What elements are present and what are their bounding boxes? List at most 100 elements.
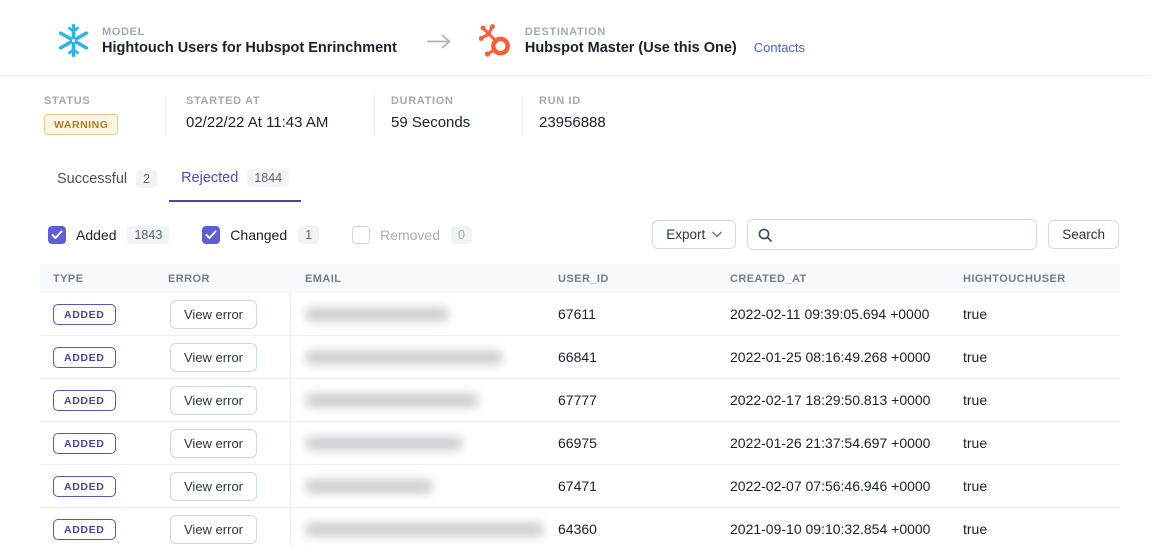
user-id-cell: 66841 xyxy=(543,336,715,378)
tab-rejected-label: Rejected xyxy=(181,170,238,186)
email-cell xyxy=(290,293,543,335)
changed-label: Changed xyxy=(230,227,287,243)
tab-successful[interactable]: Successful 2 xyxy=(45,165,169,202)
status-label: STATUS xyxy=(44,95,165,107)
search-icon xyxy=(758,228,772,242)
sync-run-page: MODEL Hightouch Users for Hubspot Enrinc… xyxy=(0,0,1151,547)
run-header: MODEL Hightouch Users for Hubspot Enrinc… xyxy=(0,0,1151,76)
search-box[interactable] xyxy=(747,219,1037,250)
type-badge: ADDED xyxy=(53,304,116,325)
user-id-cell: 67611 xyxy=(543,293,715,335)
error-cell: View error xyxy=(155,422,290,464)
view-error-button[interactable]: View error xyxy=(170,343,257,372)
type-badge: ADDED xyxy=(53,519,116,540)
added-label: Added xyxy=(76,227,116,243)
email-cell xyxy=(290,422,543,464)
export-button[interactable]: Export xyxy=(652,220,736,249)
filter-removed: Removed 0 xyxy=(352,226,472,244)
redacted-email xyxy=(306,480,432,493)
type-cell: ADDED xyxy=(40,422,155,464)
tab-successful-label: Successful xyxy=(57,171,127,187)
redacted-email xyxy=(306,523,543,536)
col-header-email: EMAIL xyxy=(290,273,543,285)
tab-successful-count: 2 xyxy=(136,170,157,188)
destination-label: DESTINATION xyxy=(525,26,805,38)
run-id-section: RUN ID 23956888 xyxy=(522,95,606,135)
created-at-cell: 2022-01-25 08:16:49.268 +0000 xyxy=(715,336,948,378)
run-meta-row: STATUS WARNING STARTED AT 02/22/22 At 11… xyxy=(0,76,1151,155)
destination-block[interactable]: DESTINATION Hubspot Master (Use this One… xyxy=(478,22,805,59)
view-error-button[interactable]: View error xyxy=(170,300,257,329)
table-row: ADDED View error 67611 2022-02-11 09:39:… xyxy=(40,293,1120,336)
user-id-cell: 67777 xyxy=(543,379,715,421)
type-cell: ADDED xyxy=(40,465,155,507)
removed-checkbox[interactable] xyxy=(352,226,370,244)
col-header-type: TYPE xyxy=(40,273,155,285)
view-error-button[interactable]: View error xyxy=(170,386,257,415)
type-badge: ADDED xyxy=(53,390,116,411)
model-text: MODEL Hightouch Users for Hubspot Enrinc… xyxy=(102,26,397,56)
redacted-email xyxy=(306,394,478,407)
email-cell xyxy=(290,508,543,547)
view-error-button[interactable]: View error xyxy=(170,515,257,544)
type-cell: ADDED xyxy=(40,336,155,378)
hightouchuser-cell: true xyxy=(948,508,1120,547)
tab-rejected[interactable]: Rejected 1844 xyxy=(169,165,301,202)
table-header: TYPE ERROR EMAIL USER_ID CREATED_AT HIGH… xyxy=(40,264,1120,293)
error-cell: View error xyxy=(155,336,290,378)
model-block[interactable]: MODEL Hightouch Users for Hubspot Enrinc… xyxy=(55,22,397,59)
filter-toolbar: Added 1843 Changed 1 Removed 0 Export xyxy=(48,219,1119,250)
type-badge: ADDED xyxy=(53,476,116,497)
redacted-email xyxy=(306,351,502,364)
hightouchuser-cell: true xyxy=(948,379,1120,421)
email-cell xyxy=(290,336,543,378)
col-header-created-at: CREATED_AT xyxy=(715,273,948,285)
created-at-cell: 2021-09-10 09:10:32.854 +0000 xyxy=(715,508,948,547)
changed-count: 1 xyxy=(298,226,319,244)
type-cell: ADDED xyxy=(40,379,155,421)
email-cell xyxy=(290,465,543,507)
table-row: ADDED View error 67471 2022-02-07 07:56:… xyxy=(40,465,1120,508)
col-header-error: ERROR xyxy=(155,273,290,285)
table-row: ADDED View error 64360 2021-09-10 09:10:… xyxy=(40,508,1120,547)
type-badge: ADDED xyxy=(53,347,116,368)
error-cell: View error xyxy=(155,379,290,421)
view-error-button[interactable]: View error xyxy=(170,429,257,458)
hightouchuser-cell: true xyxy=(948,465,1120,507)
changed-checkbox[interactable] xyxy=(202,226,220,244)
added-checkbox[interactable] xyxy=(48,226,66,244)
result-tabs: Successful 2 Rejected 1844 xyxy=(45,165,1111,202)
model-label: MODEL xyxy=(102,26,397,38)
error-cell: View error xyxy=(155,293,290,335)
rejected-rows-table: TYPE ERROR EMAIL USER_ID CREATED_AT HIGH… xyxy=(40,264,1120,547)
type-cell: ADDED xyxy=(40,508,155,547)
started-at-value: 02/22/22 At 11:43 AM xyxy=(186,114,374,131)
created-at-cell: 2022-02-11 09:39:05.694 +0000 xyxy=(715,293,948,335)
search-button[interactable]: Search xyxy=(1048,220,1119,249)
destination-name: Hubspot Master (Use this One) xyxy=(525,40,737,56)
destination-text: DESTINATION Hubspot Master (Use this One… xyxy=(525,26,805,56)
duration-label: DURATION xyxy=(391,95,522,107)
run-id-value: 23956888 xyxy=(539,114,606,131)
arrow-right-icon xyxy=(427,33,452,55)
user-id-cell: 66975 xyxy=(543,422,715,464)
created-at-cell: 2022-02-17 18:29:50.813 +0000 xyxy=(715,379,948,421)
model-name: Hightouch Users for Hubspot Enrinchment xyxy=(102,40,397,56)
type-badge: ADDED xyxy=(53,433,116,454)
filter-added: Added 1843 xyxy=(48,226,169,244)
redacted-email xyxy=(306,437,462,450)
error-cell: View error xyxy=(155,465,290,507)
hightouchuser-cell: true xyxy=(948,293,1120,335)
status-section: STATUS WARNING xyxy=(44,95,165,135)
tab-rejected-count: 1844 xyxy=(247,169,289,187)
hightouchuser-cell: true xyxy=(948,422,1120,464)
removed-label: Removed xyxy=(380,227,440,243)
user-id-cell: 67471 xyxy=(543,465,715,507)
type-cell: ADDED xyxy=(40,293,155,335)
table-row: ADDED View error 66841 2022-01-25 08:16:… xyxy=(40,336,1120,379)
redacted-email xyxy=(306,308,448,321)
contacts-link[interactable]: Contacts xyxy=(754,40,805,55)
created-at-cell: 2022-01-26 21:37:54.697 +0000 xyxy=(715,422,948,464)
view-error-button[interactable]: View error xyxy=(170,472,257,501)
search-input[interactable] xyxy=(780,227,1026,242)
